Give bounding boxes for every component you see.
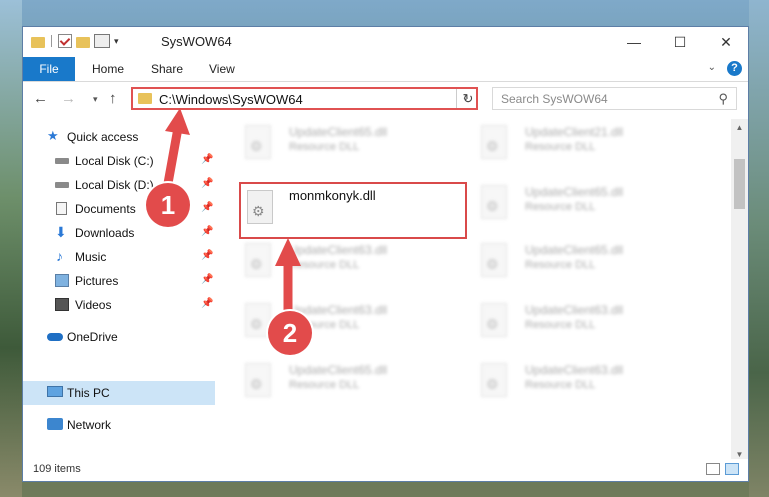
callout-1: 1	[146, 183, 190, 227]
arrow-2-head	[275, 238, 301, 266]
arrow-1-head	[165, 108, 190, 135]
annotation-arrows	[160, 108, 301, 317]
callout-2: 2	[268, 311, 312, 355]
